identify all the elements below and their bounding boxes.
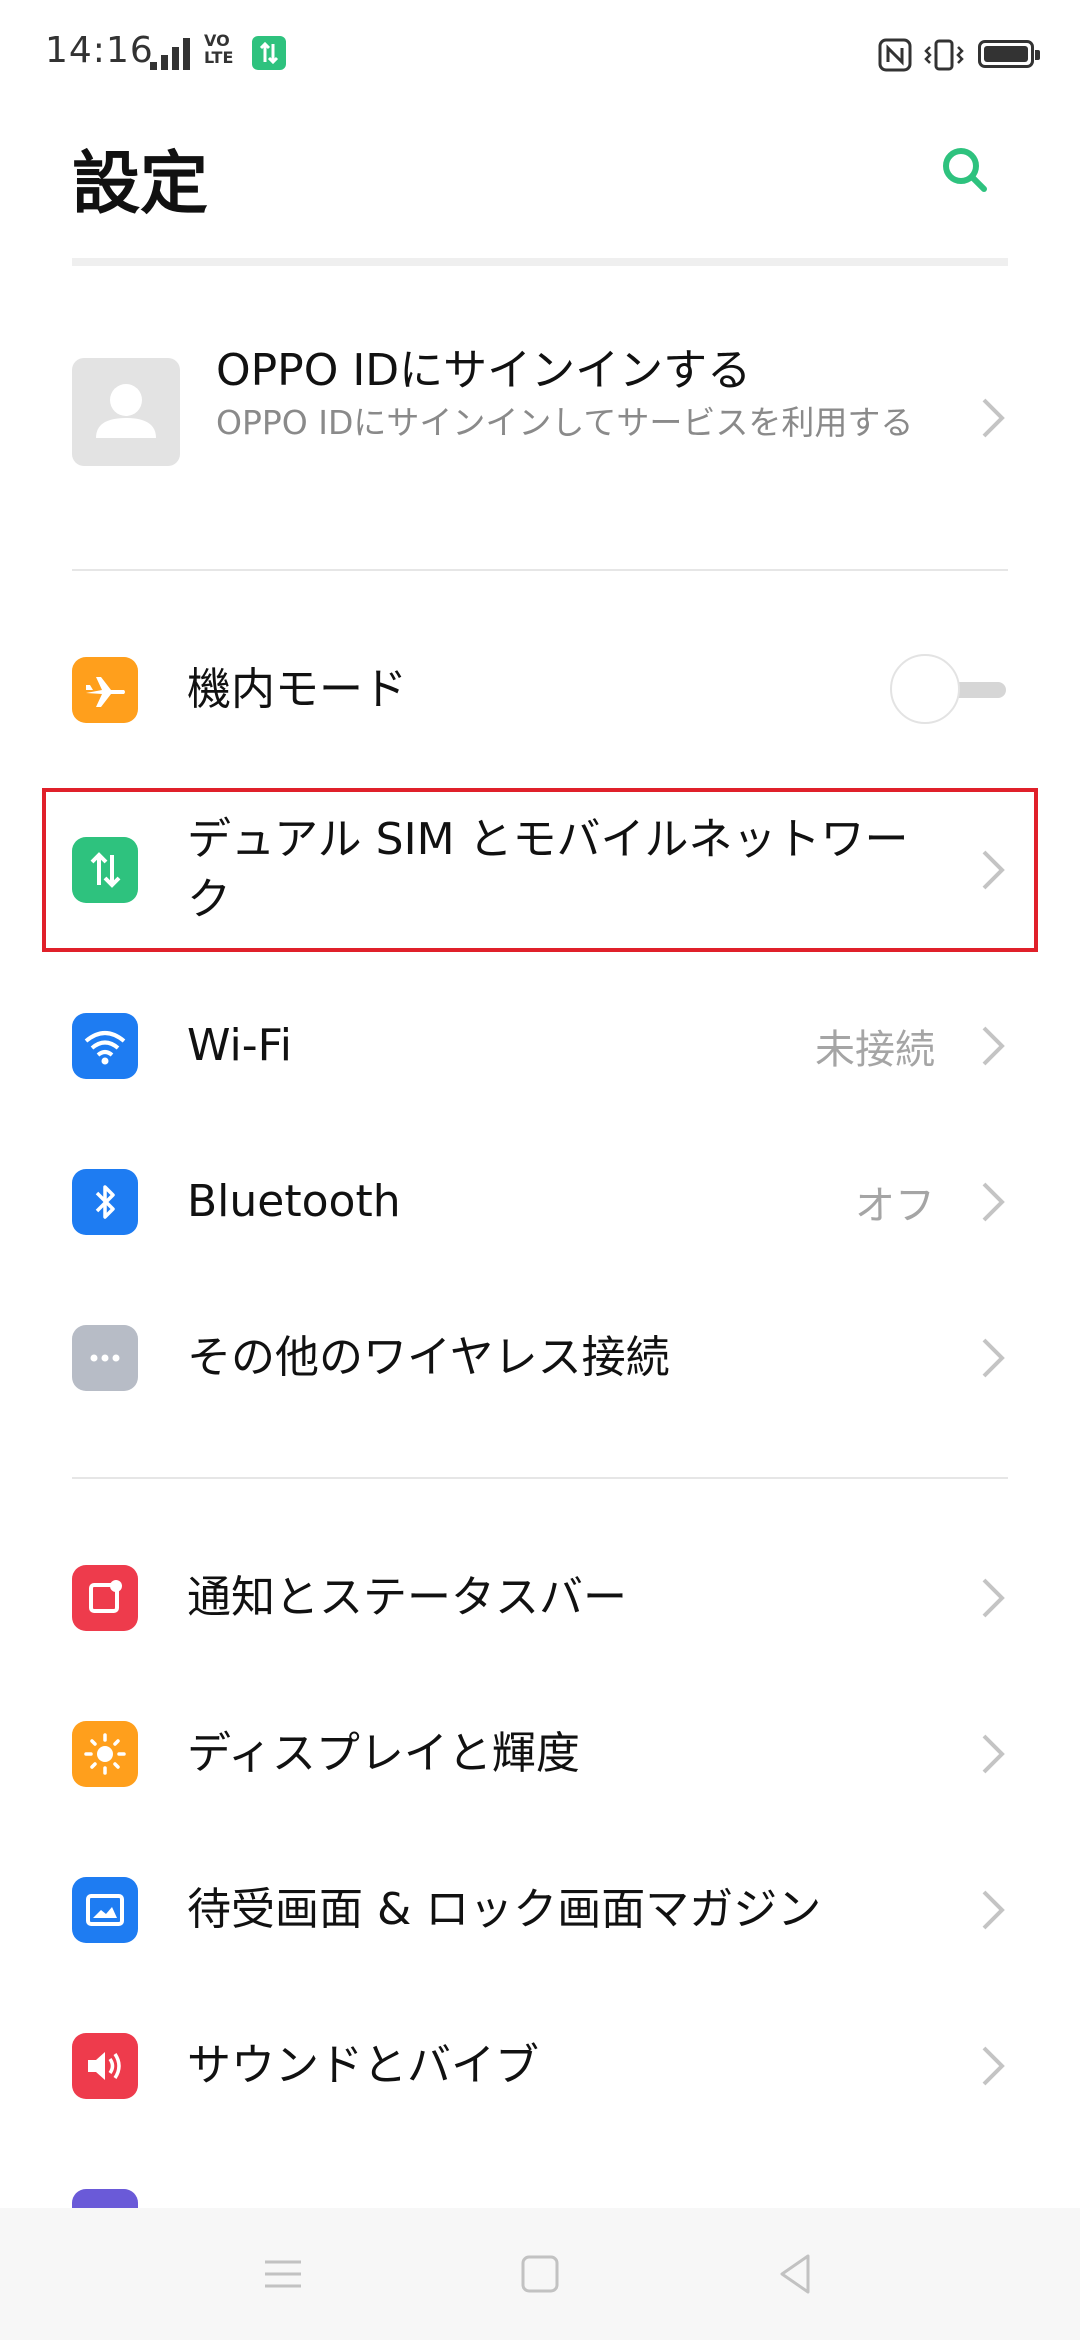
chevron-right-icon bbox=[980, 396, 1006, 440]
battery-icon bbox=[978, 40, 1040, 68]
wifi-row[interactable]: Wi-Fi 未接続 bbox=[0, 968, 1080, 1124]
status-bar: 14:16 VO LTE bbox=[0, 0, 1080, 110]
home-icon bbox=[521, 2255, 559, 2293]
chevron-right-icon bbox=[980, 1024, 1006, 1068]
partial-row[interactable] bbox=[0, 2144, 1080, 2208]
other-wireless-row[interactable]: その他のワイヤレス接続 bbox=[0, 1280, 1080, 1436]
status-time: 14:16 bbox=[45, 30, 154, 71]
row-label: その他のワイヤレス接続 bbox=[187, 1332, 670, 1383]
bluetooth-icon bbox=[72, 1169, 138, 1235]
section-divider bbox=[72, 569, 1008, 571]
vibrate-icon bbox=[922, 38, 966, 72]
avatar bbox=[72, 358, 180, 466]
navigation-bar bbox=[0, 2208, 1080, 2340]
wifi-icon bbox=[72, 1013, 138, 1079]
back-button[interactable] bbox=[770, 2248, 822, 2300]
menu-button[interactable] bbox=[257, 2248, 309, 2300]
row-label: 通知とステータスバー bbox=[187, 1572, 627, 1623]
user-icon bbox=[96, 384, 156, 438]
back-icon bbox=[780, 2254, 810, 2294]
row-label: 機内モード bbox=[187, 664, 407, 715]
page-title: 設定 bbox=[72, 145, 209, 224]
bluetooth-row[interactable]: Bluetooth オフ bbox=[0, 1124, 1080, 1280]
airplane-mode-toggle[interactable] bbox=[890, 654, 1006, 726]
section-divider bbox=[72, 1477, 1008, 1479]
brightness-icon bbox=[72, 1721, 138, 1787]
chevron-right-icon bbox=[980, 1576, 1006, 1620]
app-icon bbox=[72, 2189, 138, 2208]
wallpaper-icon bbox=[72, 1877, 138, 1943]
nfc-icon bbox=[878, 38, 912, 72]
chevron-right-icon bbox=[980, 1180, 1006, 1224]
highlight-box bbox=[42, 788, 1038, 952]
account-signin-row[interactable]: OPPO IDにサインインする OPPO IDにサインインしてサービスを利用する bbox=[0, 300, 1080, 535]
notification-icon bbox=[72, 1565, 138, 1631]
airplane-icon bbox=[72, 657, 138, 723]
account-title: OPPO IDにサインインする bbox=[216, 345, 752, 396]
menu-icon bbox=[265, 2260, 301, 2288]
wifi-status: 未接続 bbox=[815, 1027, 935, 1073]
sound-icon bbox=[72, 2033, 138, 2099]
header-divider bbox=[72, 258, 1008, 266]
wallpaper-lockscreen-row[interactable]: 待受画面 & ロック画面マガジン bbox=[0, 1832, 1080, 1988]
home-button[interactable] bbox=[514, 2248, 566, 2300]
row-label: ディスプレイと輝度 bbox=[187, 1728, 580, 1779]
signal-icon bbox=[150, 36, 194, 70]
bluetooth-status: オフ bbox=[855, 1183, 935, 1229]
data-transfer-icon bbox=[252, 36, 286, 70]
chevron-right-icon bbox=[980, 1336, 1006, 1380]
chevron-right-icon bbox=[980, 2044, 1006, 2088]
search-icon bbox=[943, 148, 987, 192]
volte-indicator: VO LTE bbox=[204, 31, 234, 67]
airplane-mode-row[interactable]: 機内モード bbox=[0, 612, 1080, 768]
row-label: 待受画面 & ロック画面マガジン bbox=[187, 1884, 822, 1935]
row-label: Bluetooth bbox=[187, 1176, 401, 1227]
sound-vibration-row[interactable]: サウンドとバイブ bbox=[0, 1988, 1080, 2144]
display-brightness-row[interactable]: ディスプレイと輝度 bbox=[0, 1676, 1080, 1832]
more-connections-icon bbox=[72, 1325, 138, 1391]
search-button[interactable] bbox=[935, 140, 995, 200]
chevron-right-icon bbox=[980, 1888, 1006, 1932]
notifications-row[interactable]: 通知とステータスバー bbox=[0, 1520, 1080, 1676]
chevron-right-icon bbox=[980, 1732, 1006, 1776]
row-label: サウンドとバイブ bbox=[187, 2040, 539, 2091]
account-subtitle: OPPO IDにサインインしてサービスを利用する bbox=[216, 403, 914, 442]
